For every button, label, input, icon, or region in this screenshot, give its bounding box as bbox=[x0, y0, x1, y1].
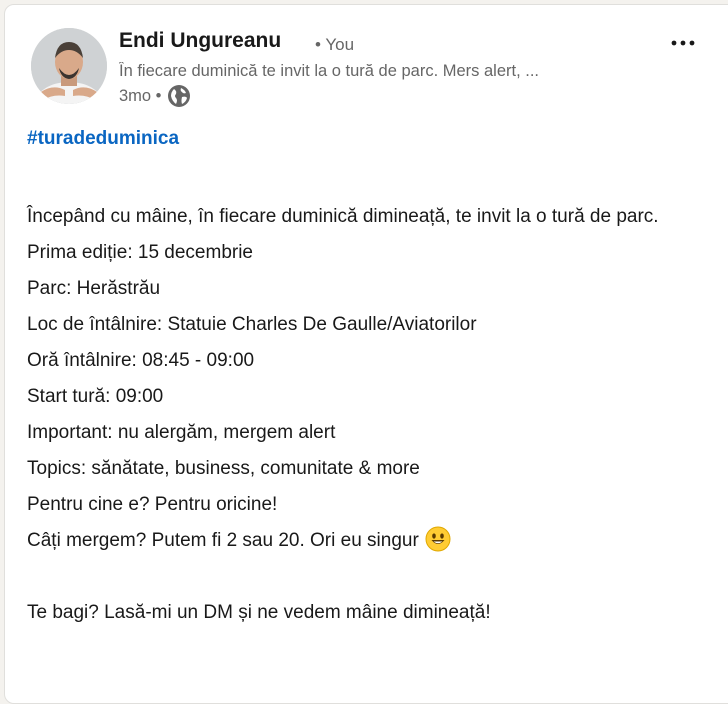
post-line: Parc: Herăstrău bbox=[27, 278, 161, 299]
post-line-with-emoji: Câți mergem? Putem fi 2 sau 20. Ori eu s… bbox=[27, 523, 717, 559]
post-line: Important: nu alergăm, mergem alert bbox=[27, 422, 336, 443]
post-timestamp-row: 3mo • bbox=[119, 83, 191, 109]
author-avatar[interactable] bbox=[31, 28, 107, 104]
globe-icon bbox=[167, 84, 191, 108]
post-line: Prima ediție: 15 decembrie bbox=[27, 242, 253, 263]
hashtag-link[interactable]: #turadeduminica bbox=[27, 128, 179, 150]
author-headline: În fiecare duminică te invit la o tură d… bbox=[119, 62, 540, 80]
post-card: Endi Ungureanu • You În fiecare duminică… bbox=[4, 4, 728, 704]
post-line: Loc de întâlnire: Statuie Charles De Gau… bbox=[27, 314, 477, 335]
post-line: Start tură: 09:00 bbox=[27, 386, 164, 407]
post-closing-line: Te bagi? Lasă-mi un DM și ne vedem mâine… bbox=[27, 602, 491, 623]
post-line: Topics: sănătate, business, comunitate &… bbox=[27, 458, 420, 479]
post-line: Începând cu mâine, în fiecare duminică d… bbox=[27, 206, 659, 227]
more-options-button[interactable] bbox=[663, 29, 703, 57]
author-name[interactable]: Endi Ungureanu bbox=[119, 29, 281, 53]
smiley-emoji-icon bbox=[425, 526, 451, 552]
post-body: Începând cu mâine, în fiecare duminică d… bbox=[27, 199, 717, 631]
post-line: Pentru cine e? Pentru oricine! bbox=[27, 494, 278, 515]
post-line: Câți mergem? Putem fi 2 sau 20. Ori eu s… bbox=[27, 530, 419, 551]
more-options-icon bbox=[671, 40, 695, 46]
post-timestamp: 3mo • bbox=[119, 86, 162, 105]
author-relation: • You bbox=[315, 35, 355, 54]
post-line: Oră întâlnire: 08:45 - 09:00 bbox=[27, 350, 255, 371]
